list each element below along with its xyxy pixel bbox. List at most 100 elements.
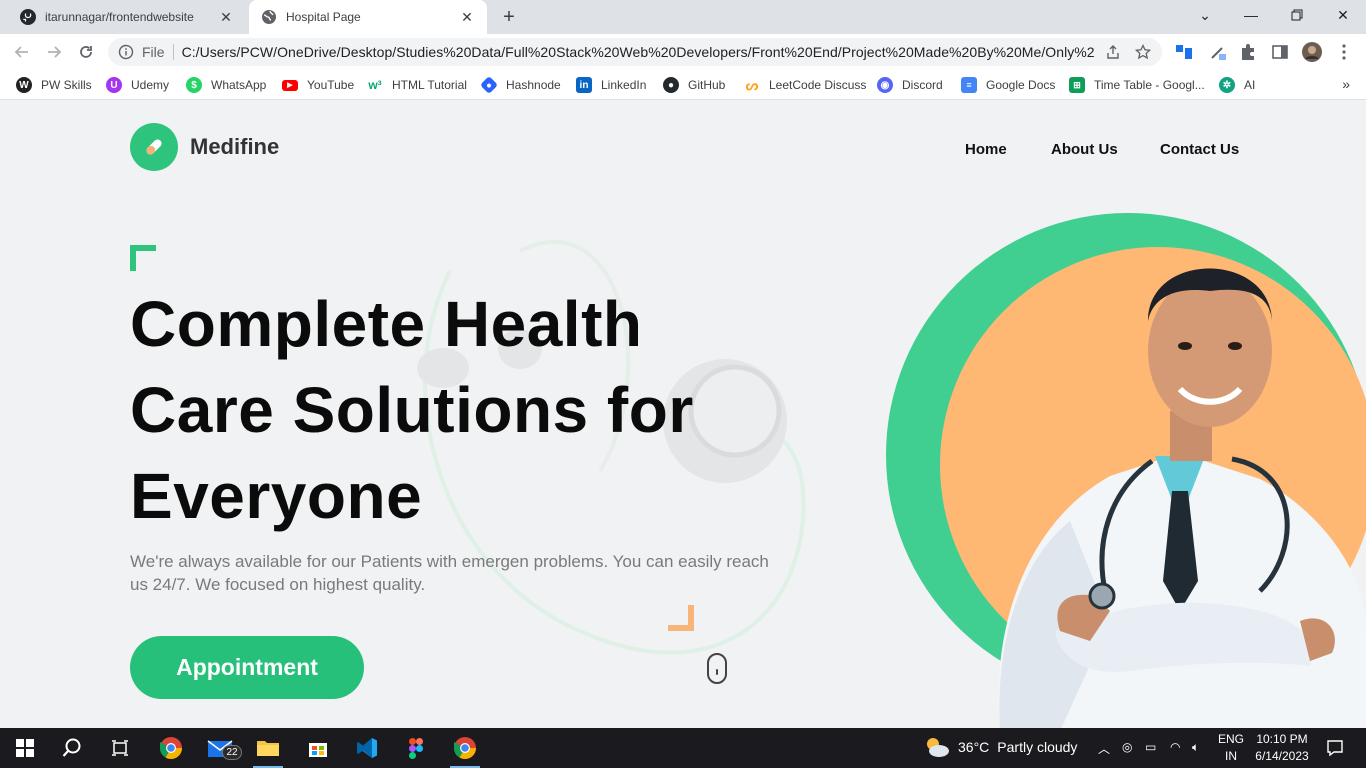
- file-explorer-icon[interactable]: [253, 734, 283, 768]
- bookmark-label: Discord: [902, 78, 943, 92]
- extension-icon[interactable]: [1174, 42, 1194, 62]
- scroll-mouse-icon[interactable]: [707, 653, 727, 684]
- github-icon: ●: [663, 77, 679, 93]
- extension-icon[interactable]: [1208, 42, 1228, 62]
- tab-hospital-page[interactable]: Hospital Page ✕: [249, 0, 487, 34]
- forward-button[interactable]: [42, 40, 66, 64]
- nav-link-contact-us[interactable]: Contact Us: [1160, 141, 1239, 158]
- vscode-icon[interactable]: [352, 734, 382, 762]
- input-language[interactable]: ENG IN: [1216, 731, 1246, 765]
- leetcode-icon: ᔕ: [745, 76, 759, 93]
- github-icon: [20, 9, 36, 25]
- tab-strip: itarunnagar/frontendwebsite ✕ Hospital P…: [0, 0, 1366, 34]
- bookmarks-overflow-icon[interactable]: »: [1342, 76, 1350, 92]
- url-text[interactable]: C:/Users/PCW/OneDrive/Desktop/Studies%20…: [182, 44, 1094, 60]
- nav-link-about-us[interactable]: About Us: [1051, 141, 1118, 158]
- close-tab-icon[interactable]: ✕: [218, 9, 234, 25]
- region-code: IN: [1225, 749, 1237, 763]
- figma-icon[interactable]: [401, 734, 431, 762]
- divider: [172, 44, 174, 60]
- reload-button[interactable]: [74, 40, 98, 64]
- partly-cloudy-icon: [927, 738, 949, 757]
- profile-avatar[interactable]: [1302, 42, 1322, 62]
- bookmark-label: Google Docs: [986, 78, 1056, 92]
- bookmark-leetcode[interactable]: ᔕ LeetCode Discuss: [744, 76, 867, 94]
- extensions-puzzle-icon[interactable]: [1238, 42, 1258, 62]
- clock-date: 6/14/2023: [1255, 749, 1309, 763]
- pwskills-icon: W: [16, 77, 32, 93]
- bookmark-label: AI: [1244, 78, 1256, 92]
- system-clock[interactable]: 10:10 PM 6/14/2023: [1252, 731, 1312, 765]
- bookmark-youtube[interactable]: ▶ YouTube: [282, 76, 354, 94]
- brand-logo[interactable]: Medifine: [130, 123, 279, 171]
- bookmark-google-docs[interactable]: ≡ Google Docs: [961, 76, 1055, 94]
- side-panel-icon[interactable]: [1270, 42, 1290, 62]
- corner-accent-green: [130, 245, 156, 271]
- hero-headline: Complete Health Care Solutions for Every…: [130, 288, 694, 532]
- chrome-active-window-icon[interactable]: [450, 734, 480, 768]
- arrow-left-icon: [14, 46, 28, 58]
- address-bar[interactable]: File C:/Users/PCW/OneDrive/Desktop/Studi…: [108, 38, 1162, 66]
- notifications-icon[interactable]: [1320, 734, 1350, 762]
- bookmark-time-table[interactable]: ⊞ Time Table - Googl...: [1069, 76, 1205, 94]
- show-hidden-icons-chevron[interactable]: ︿: [1098, 740, 1110, 757]
- tab-search-icon[interactable]: ⌄: [1182, 0, 1228, 30]
- url-scheme: File: [142, 44, 165, 60]
- bookmark-discord[interactable]: ◉ Discord: [877, 76, 943, 94]
- nav-link-home[interactable]: Home: [965, 141, 1007, 158]
- doctor-hero-image: [886, 213, 1366, 728]
- openai-icon: ✲: [1219, 77, 1235, 93]
- tab-title: Hospital Page: [286, 10, 361, 24]
- windows-start-icon[interactable]: [10, 734, 40, 762]
- close-tab-icon[interactable]: ✕: [459, 9, 475, 25]
- bookmark-ai[interactable]: ✲ AI: [1219, 76, 1255, 94]
- language-code: ENG: [1217, 732, 1244, 746]
- mail-unread-badge: 22: [222, 745, 242, 760]
- minimize-button[interactable]: —: [1228, 0, 1274, 30]
- bookmark-whatsapp[interactable]: $ WhatsApp: [186, 76, 266, 94]
- close-window-button[interactable]: ✕: [1320, 0, 1366, 30]
- brand-name: Medifine: [190, 134, 280, 159]
- discord-icon: ◉: [877, 77, 893, 93]
- tab-github[interactable]: itarunnagar/frontendwebsite ✕: [8, 0, 246, 34]
- bookmark-label: Udemy: [131, 78, 170, 92]
- task-view-icon[interactable]: [105, 734, 135, 762]
- bookmark-linkedin[interactable]: in LinkedIn: [576, 76, 646, 94]
- bookmark-label: YouTube: [307, 78, 355, 92]
- bookmark-label: PW Skills: [41, 78, 92, 92]
- hashnode-icon: [479, 75, 499, 95]
- volume-icon[interactable]: 🔈︎: [1192, 740, 1199, 755]
- search-icon[interactable]: [57, 734, 87, 762]
- back-button[interactable]: [10, 40, 34, 64]
- appointment-button[interactable]: Appointment: [130, 636, 364, 699]
- bookmark-pw-skills[interactable]: W PW Skills: [16, 76, 92, 94]
- bookmark-github[interactable]: ● GitHub: [663, 76, 725, 94]
- wifi-icon[interactable]: ◠: [1170, 740, 1180, 754]
- chrome-icon[interactable]: [156, 734, 186, 762]
- bookmark-label: Hashnode: [506, 78, 561, 92]
- bookmark-hashnode[interactable]: Hashnode: [479, 75, 561, 95]
- bookmark-star-icon[interactable]: [1134, 43, 1152, 61]
- new-tab-button[interactable]: +: [498, 6, 520, 28]
- webcam-icon[interactable]: ◎: [1122, 740, 1132, 754]
- google-sheets-icon: ⊞: [1069, 77, 1085, 93]
- share-icon[interactable]: [1104, 43, 1122, 61]
- menu-kebab-icon[interactable]: [1334, 42, 1354, 62]
- weather-widget[interactable]: 36°C Partly cloudy: [924, 736, 1077, 758]
- tab-title: itarunnagar/frontendwebsite: [45, 10, 194, 24]
- google-docs-icon: ≡: [961, 77, 977, 93]
- battery-icon[interactable]: ▭: [1145, 740, 1156, 754]
- microsoft-store-icon[interactable]: [303, 734, 333, 762]
- weather-temperature: 36°C: [958, 739, 990, 755]
- bookmark-html-tutorial[interactable]: w³ HTML Tutorial: [367, 76, 467, 94]
- bookmark-label: WhatsApp: [211, 78, 267, 92]
- arrow-right-icon: [48, 46, 62, 58]
- youtube-icon: ▶: [282, 79, 298, 91]
- restore-button[interactable]: [1274, 0, 1320, 30]
- info-icon[interactable]: [118, 44, 134, 60]
- udemy-icon: U: [106, 77, 122, 93]
- corner-accent-orange: [668, 605, 694, 631]
- bookmark-udemy[interactable]: U Udemy: [106, 76, 169, 94]
- pill-icon: [130, 123, 178, 171]
- bookmarks-bar: W PW Skills U Udemy $ WhatsApp ▶ YouTube…: [0, 70, 1366, 100]
